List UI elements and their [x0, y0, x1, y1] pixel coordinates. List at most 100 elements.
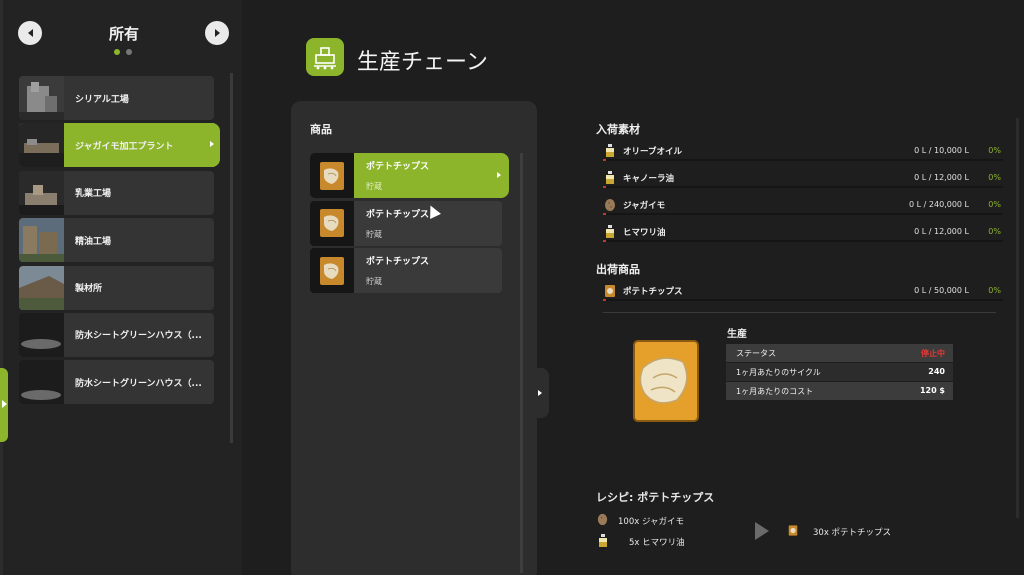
potato-icon — [597, 513, 608, 526]
sawmill-thumb — [19, 265, 64, 310]
status-label: ステータス — [736, 349, 776, 358]
status-row: ステータス 停止中 — [726, 344, 953, 362]
product-storage-label: 貯蔵 — [366, 277, 382, 286]
factory-label: 乳業工場 — [75, 189, 112, 200]
greenhouse-thumb — [19, 360, 64, 405]
greenhouse-thumb — [19, 312, 64, 357]
fill-bar — [603, 213, 1003, 215]
sidebar-edge — [0, 0, 3, 575]
factory-item-dairy[interactable]: 乳業工場 — [19, 170, 214, 215]
cereal-factory-thumb — [19, 76, 64, 120]
fill-bar — [603, 186, 1003, 188]
arrow-right-icon — [214, 29, 220, 37]
product-item[interactable]: ポテトチップス 貯蔵 — [310, 153, 509, 198]
oil-bottle-icon — [606, 225, 614, 238]
recipe-title: レシピ: ポテトチップス — [596, 491, 715, 504]
selected-arrow-icon — [210, 141, 214, 148]
factory-item-oil-mill[interactable]: 精油工場 — [19, 218, 214, 263]
product-name: ポテトチップス — [366, 162, 430, 172]
oil-bottle-icon — [606, 171, 614, 184]
output-row-potato-chips: ポテトチップス 0 L / 50,000 L 0% — [603, 283, 1003, 305]
status-value: 停止中 — [921, 349, 945, 358]
production-title: 生産 — [727, 329, 747, 340]
factory-item-sawmill[interactable]: 製材所 — [19, 265, 214, 310]
cost-row: 1ヶ月あたりのコスト 120 $ — [726, 382, 953, 400]
cost-label: 1ヶ月あたりのコスト — [736, 387, 814, 396]
outputs-title: 出荷商品 — [596, 263, 640, 276]
page-dot-active[interactable] — [114, 49, 120, 55]
input-amount: 0 L / 240,000 L — [909, 200, 969, 209]
product-list: ポテトチップス 貯蔵 ポテトチップス 貯蔵 ポテトチップス 貯蔵 — [310, 153, 509, 296]
factory-label: 防水シートグリーンハウス（... — [75, 331, 202, 342]
factory-item-greenhouse-1[interactable]: 防水シートグリーンハウス（... — [19, 312, 214, 357]
chips-bag-icon — [788, 525, 798, 536]
page-title: 生産チェーン — [357, 50, 488, 75]
chips-bag-icon — [605, 285, 615, 297]
factory-item-greenhouse-2[interactable]: 防水シートグリーンハウス（... — [19, 360, 214, 405]
oil-mill-thumb — [19, 218, 64, 263]
input-row-canola-oil: キャノーラ油 0 L / 12,000 L 0% — [603, 170, 1003, 192]
factory-label: 製材所 — [75, 284, 103, 295]
product-storage-label: 貯蔵 — [366, 182, 382, 191]
product-storage-label: 貯蔵 — [366, 229, 382, 239]
products-panel: 商品 ポテトチップス 貯蔵 ポテトチップス 貯蔵 ポテトチップス 貯蔵 — [291, 101, 537, 575]
potato-plant-thumb — [19, 123, 64, 168]
input-row-olive-oil: オリーブオイル 0 L / 10,000 L 0% — [603, 143, 1003, 165]
sidebar-title: 所有 — [108, 25, 139, 43]
product-name: ポテトチップス — [366, 209, 430, 220]
arrow-left-icon — [27, 29, 33, 37]
product-item[interactable]: ポテトチップス 貯蔵 — [310, 248, 502, 293]
production-chain-icon — [306, 38, 344, 76]
oil-bottle-icon — [606, 144, 614, 157]
section-divider — [603, 312, 996, 313]
cycles-row: 1ヶ月あたりのサイクル 240 — [726, 363, 953, 381]
cost-value: 120 $ — [919, 386, 945, 395]
inputs-title: 入荷素材 — [596, 123, 640, 136]
next-page-button[interactable] — [205, 21, 229, 45]
input-amount: 0 L / 10,000 L — [914, 146, 969, 155]
products-scrollbar[interactable] — [520, 153, 523, 573]
output-percent: 0% — [988, 286, 1001, 295]
input-name: ジャガイモ — [623, 201, 666, 211]
recipe-input: 100x ジャガイモ — [618, 517, 685, 527]
sidebar-collapse-tab[interactable] — [0, 368, 8, 442]
input-amount: 0 L / 12,000 L — [914, 227, 969, 236]
chips-bag-icon — [310, 248, 354, 293]
output-amount: 0 L / 50,000 L — [914, 286, 969, 295]
factory-label: 精油工場 — [75, 236, 112, 247]
factory-item-cereal[interactable]: シリアル工場 — [19, 76, 214, 120]
product-item[interactable]: ポテトチップス 貯蔵 — [310, 200, 502, 246]
product-name: ポテトチップス — [366, 257, 430, 267]
panel-expand-tab[interactable] — [531, 368, 549, 418]
arrow-right-icon — [538, 390, 542, 396]
sidebar-scrollbar[interactable] — [230, 73, 233, 443]
input-row-sunflower-oil: ヒマワリ油 0 L / 12,000 L 0% — [603, 224, 1003, 246]
input-name: ヒマワリ油 — [623, 228, 666, 238]
dairy-thumb — [19, 170, 64, 215]
input-amount: 0 L / 12,000 L — [914, 173, 969, 182]
produces-arrow-icon — [755, 522, 769, 540]
potato-icon — [605, 199, 615, 211]
page-indicator — [114, 49, 132, 55]
recipe-input: 5x ヒマワリ油 — [629, 538, 685, 548]
cycles-value: 240 — [928, 367, 945, 376]
fill-bar — [603, 240, 1003, 242]
output-name: ポテトチップス — [623, 287, 683, 297]
chips-bag-icon — [633, 340, 699, 422]
input-percent: 0% — [988, 146, 1001, 155]
factory-item-potato-plant[interactable]: ジャガイモ加工プラント — [19, 123, 220, 168]
factory-label: シリアル工場 — [75, 94, 129, 105]
recipe-output: 30x ポテトチップス — [813, 528, 892, 538]
oil-bottle-icon — [599, 534, 607, 547]
factory-list: シリアル工場 ジャガイモ加工プラント 乳業工場 精油工場 製材所 防水シートグリ… — [19, 76, 220, 408]
chips-bag-icon — [310, 200, 354, 246]
page-dot[interactable] — [126, 49, 132, 55]
fill-bar — [603, 159, 1003, 161]
details-scrollbar[interactable] — [1016, 118, 1019, 518]
factory-label: 防水シートグリーンハウス（... — [75, 378, 202, 389]
factory-sidebar: 所有 シリアル工場 ジャガイモ加工プラント 乳業工場 精油工場 製材所 防水シー… — [0, 0, 242, 575]
products-panel-title: 商品 — [310, 123, 332, 136]
cycles-label: 1ヶ月あたりのサイクル — [736, 368, 821, 377]
prev-page-button[interactable] — [18, 21, 42, 45]
input-name: オリーブオイル — [623, 147, 682, 157]
